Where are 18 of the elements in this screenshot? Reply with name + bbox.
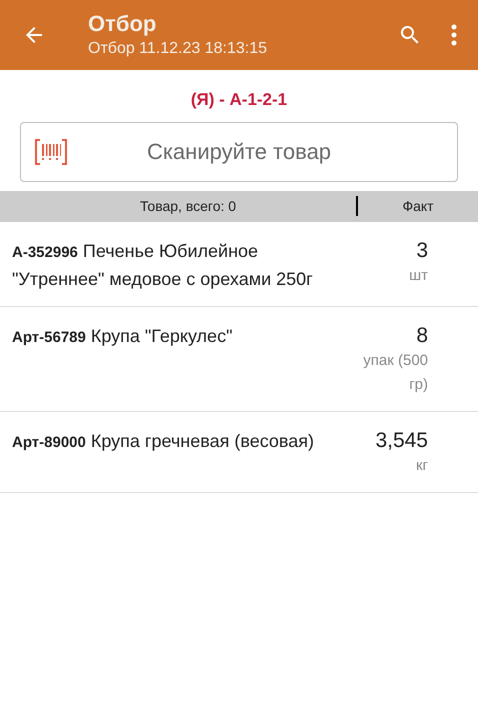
quantity: 3 — [416, 238, 428, 264]
scan-input[interactable]: Сканируйте товар — [67, 135, 457, 168]
product-name: Арт-89000 Крупа гречневая (весовая) — [12, 430, 316, 453]
quantity: 3,545 — [375, 428, 428, 454]
unit: кг — [414, 456, 428, 476]
product-name: Арт-56789 Крупа "Геркулес" — [12, 324, 234, 348]
unit: шт — [408, 266, 428, 286]
location-label: (Я) - А-1-2-1 — [190, 89, 288, 111]
unit: упак (500 гр) — [362, 350, 428, 394]
more-icon — [451, 24, 457, 46]
column-header: Факт — [401, 196, 435, 216]
quantity: 8 — [416, 322, 428, 348]
screen-subtitle: Отбор 11.12.23 18:13:15 — [88, 39, 268, 59]
barcode-icon — [35, 138, 67, 164]
column-header: Товар, всего: 0 — [138, 196, 238, 216]
scan-field[interactable]: Сканируйте товар — [20, 122, 458, 182]
product-name: А-352996 Печенье Юбилейное "Утреннее" медовое с орехами 250г — [12, 240, 314, 291]
screen-title: Отбор — [88, 10, 158, 38]
